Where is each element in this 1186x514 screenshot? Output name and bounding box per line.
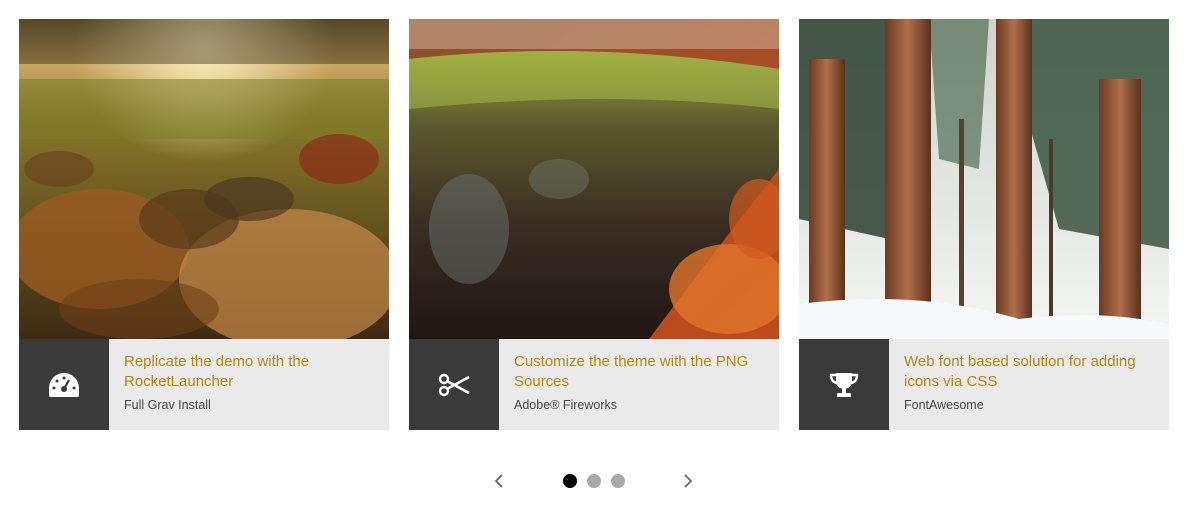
- card-title[interactable]: Web font based solution for adding icons…: [904, 352, 1155, 392]
- feature-card-2[interactable]: Customize the theme with the PNG Sources…: [409, 19, 779, 430]
- mossy-log-photo: [409, 19, 779, 339]
- card-caption: Customize the theme with the PNG Sources…: [499, 339, 779, 430]
- snowy-forest-photo: [799, 19, 1169, 339]
- pager-dot-1[interactable]: [563, 474, 577, 488]
- carousel-pager: [0, 470, 1186, 492]
- speedometer-icon-box: [19, 339, 109, 430]
- feature-card-3[interactable]: Web font based solution for adding icons…: [799, 19, 1169, 430]
- feature-card-1[interactable]: Replicate the demo with the RocketLaunch…: [19, 19, 389, 430]
- scissors-icon: [438, 373, 470, 396]
- pager-dot-3[interactable]: [611, 474, 625, 488]
- card-subtitle: FontAwesome: [904, 398, 984, 412]
- card-title[interactable]: Replicate the demo with the RocketLaunch…: [124, 352, 375, 392]
- chevron-right-icon[interactable]: [678, 471, 698, 491]
- chevron-left-icon[interactable]: [489, 471, 509, 491]
- scissors-icon-box: [409, 339, 499, 430]
- card-caption: Replicate the demo with the RocketLaunch…: [109, 339, 389, 430]
- autumn-leaves-photo: [19, 19, 389, 339]
- card-subtitle: Full Grav Install: [124, 398, 211, 412]
- card-caption: Web font based solution for adding icons…: [889, 339, 1169, 430]
- trophy-icon: [829, 372, 859, 397]
- card-subtitle: Adobe® Fireworks: [514, 398, 617, 412]
- trophy-icon-box: [799, 339, 889, 430]
- card-title[interactable]: Customize the theme with the PNG Sources: [514, 352, 765, 392]
- speedometer-icon: [49, 372, 79, 397]
- pager-dot-2[interactable]: [587, 474, 601, 488]
